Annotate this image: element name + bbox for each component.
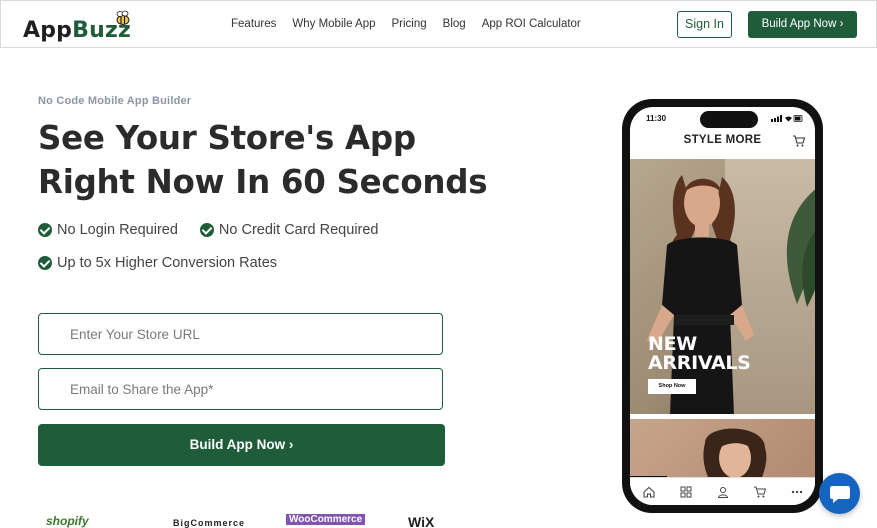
- secondary-banner[interactable]: [630, 419, 815, 477]
- platform-logos: shopify BigCommerce WooCommerce WiX: [38, 514, 458, 528]
- logo-prefix: App: [23, 18, 73, 43]
- chat-bubble-icon: [829, 485, 850, 503]
- sign-in-button[interactable]: Sign In: [677, 11, 732, 38]
- more-icon[interactable]: [790, 485, 804, 499]
- benefit-label: No Login Required: [57, 222, 178, 238]
- app-tab-bar: [630, 477, 815, 505]
- home-icon[interactable]: [642, 485, 656, 499]
- benefit-label: Up to 5x Higher Conversion Rates: [57, 255, 278, 271]
- benefit-list: No Login Required No Credit Card Require…: [38, 220, 401, 286]
- status-time: 11:30: [646, 114, 667, 123]
- site-header: AppBuzz Features Why Mobile App Pricing …: [0, 0, 877, 48]
- main-nav: Features Why Mobile App Pricing Blog App…: [231, 18, 597, 30]
- nav-why-mobile-app[interactable]: Why Mobile App: [292, 18, 375, 30]
- check-circle-icon: [38, 256, 52, 270]
- banner-heading-line-2: ARRIVALS: [648, 352, 751, 374]
- new-arrivals-banner[interactable]: NEW ARRIVALS Shop Now: [630, 159, 815, 414]
- nav-app-roi-calculator[interactable]: App ROI Calculator: [482, 18, 581, 30]
- chat-button[interactable]: [819, 473, 860, 514]
- headline-line-2: Right Now In 60 Seconds: [38, 163, 488, 201]
- page: AppBuzz Features Why Mobile App Pricing …: [0, 0, 877, 528]
- email-field: [38, 368, 443, 410]
- benefit-item: No Login Required: [38, 222, 178, 238]
- shopify-logo: shopify: [46, 514, 89, 528]
- store-url-input[interactable]: [39, 314, 442, 354]
- grid-icon[interactable]: [679, 485, 693, 499]
- check-circle-icon: [38, 223, 52, 237]
- nav-pricing[interactable]: Pricing: [392, 18, 427, 30]
- nav-features[interactable]: Features: [231, 18, 276, 30]
- wix-logo: WiX: [408, 514, 435, 528]
- nav-blog[interactable]: Blog: [443, 18, 466, 30]
- cart-icon[interactable]: [753, 485, 767, 499]
- dynamic-island: [700, 111, 758, 128]
- hero-eyebrow: No Code Mobile App Builder: [38, 95, 192, 107]
- cart-icon[interactable]: [792, 134, 806, 148]
- plant-leaf: [786, 189, 815, 307]
- store-url-field: [38, 313, 443, 355]
- email-input[interactable]: [39, 369, 442, 409]
- store-title: STYLE MORE: [683, 134, 762, 146]
- build-app-button[interactable]: Build App Now ›: [38, 424, 445, 466]
- header-build-app-button[interactable]: Build App Now ›: [748, 11, 857, 38]
- bee-icon: [116, 10, 130, 25]
- model-figure: [647, 175, 754, 414]
- woocommerce-logo: WooCommerce: [286, 514, 366, 525]
- banner-heading: NEW ARRIVALS: [648, 335, 751, 373]
- model-figure-2: [703, 428, 767, 477]
- shop-now-button[interactable]: Shop Now: [648, 379, 696, 394]
- phone-screen: 11:30 STYLE MORE NEW ARRIVALS Shop Now: [630, 107, 815, 505]
- hero-headline: See Your Store's App Right Now In 60 Sec…: [38, 116, 488, 204]
- bigcommerce-logo: BigCommerce: [173, 518, 246, 528]
- status-icons: [771, 115, 803, 122]
- user-icon[interactable]: [716, 485, 730, 499]
- check-circle-icon: [199, 223, 214, 237]
- benefit-item: No Credit Card Required: [199, 222, 379, 238]
- headline-line-1: See Your Store's App: [38, 119, 416, 157]
- phone-mockup: 11:30 STYLE MORE NEW ARRIVALS Shop Now: [622, 99, 823, 513]
- benefit-item: Up to 5x Higher Conversion Rates: [38, 255, 277, 271]
- benefit-label: No Credit Card Required: [218, 222, 379, 238]
